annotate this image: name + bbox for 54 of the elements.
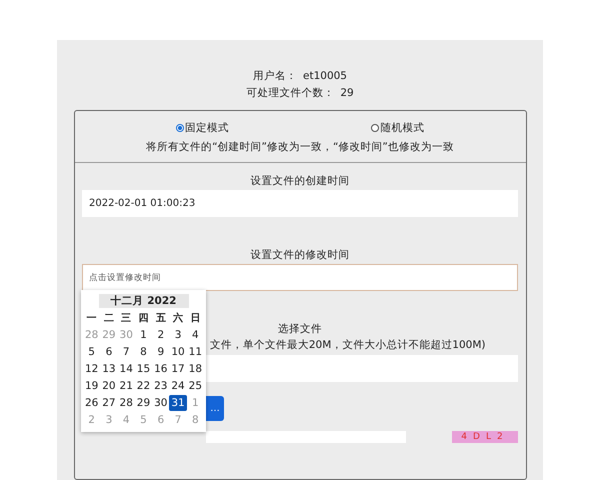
field-label: 设置文件的创建时间 <box>250 174 350 189</box>
calendar-day[interactable]: 4 <box>186 327 204 343</box>
mode-description: 将所有文件的“创建时间”修改为一致，“修改时间”也修改为一致 <box>146 140 454 154</box>
weekday-label: 一 <box>86 312 98 326</box>
calendar-day[interactable]: 8 <box>134 344 152 360</box>
browse-button[interactable]: … <box>206 396 224 421</box>
calendar-day[interactable]: 19 <box>83 378 100 394</box>
file-count: 29 <box>340 86 354 101</box>
calendar-day[interactable]: 6 <box>100 344 118 360</box>
calendar-day[interactable]: 23 <box>152 378 170 394</box>
calendar-day[interactable]: 12 <box>83 361 100 377</box>
calendar-day[interactable]: 15 <box>134 361 152 377</box>
calendar-day[interactable]: 30 <box>152 395 170 411</box>
calendar-day[interactable]: 3 <box>169 327 187 343</box>
username-label: 用户名： <box>253 69 297 84</box>
captcha-field[interactable] <box>206 431 406 443</box>
mode-radio[interactable]: 固定模式 <box>176 121 229 135</box>
calendar-day[interactable]: 20 <box>100 378 118 394</box>
calendar-day[interactable]: 17 <box>169 361 187 377</box>
calendar-day[interactable]: 2 <box>152 327 170 343</box>
mode-radio[interactable]: 随机模式 <box>371 121 424 135</box>
file-limit-note: 文件，单个文件最大20M，文件大小总计不能超过100M) <box>210 338 486 353</box>
calendar-day[interactable]: 25 <box>186 378 204 394</box>
weekday-label: 四 <box>137 312 150 326</box>
calendar-day[interactable]: 29 <box>134 395 152 411</box>
weekday-label: 二 <box>102 312 115 326</box>
calendar-day[interactable]: 7 <box>118 344 135 360</box>
calendar-day[interactable]: 24 <box>169 378 187 394</box>
calendar-day[interactable]: 21 <box>118 378 135 394</box>
calendar-day[interactable]: 27 <box>100 395 118 411</box>
calendar-day[interactable]: 13 <box>100 361 118 377</box>
calendar-day[interactable]: 28 <box>118 395 135 411</box>
weekday-label: 三 <box>120 312 132 326</box>
calendar-day[interactable]: 18 <box>186 361 204 377</box>
username: et10005 <box>303 69 347 84</box>
weekday-label: 五 <box>154 312 167 326</box>
calendar-day[interactable]: 14 <box>118 361 135 377</box>
calendar-day[interactable]: 5 <box>83 344 100 360</box>
create-time-field[interactable]: 2022-02-01 01:00:23 <box>82 190 518 217</box>
calendar-day[interactable]: 1 <box>134 327 152 343</box>
calendar-day[interactable]: 22 <box>134 378 152 394</box>
month-title[interactable]: 十二月 2022 <box>98 294 188 308</box>
weekday-label: 六 <box>172 311 184 326</box>
calendar-day[interactable]: 9 <box>152 344 170 360</box>
calendar-day[interactable]: 11 <box>186 344 204 360</box>
weekday-label: 日 <box>189 312 202 326</box>
modify-time-field[interactable]: 点击设置修改时间 <box>82 264 518 291</box>
calendar-day[interactable]: 10 <box>169 344 187 360</box>
calendar-day[interactable]: 31 <box>169 395 187 411</box>
calendar-day[interactable]: 26 <box>83 395 100 411</box>
file-count-label: 可处理文件个数： <box>246 86 334 101</box>
field-label: 选择文件 <box>278 322 322 337</box>
calendar-day[interactable]: 16 <box>152 361 170 377</box>
field-label: 设置文件的修改时间 <box>250 248 350 263</box>
